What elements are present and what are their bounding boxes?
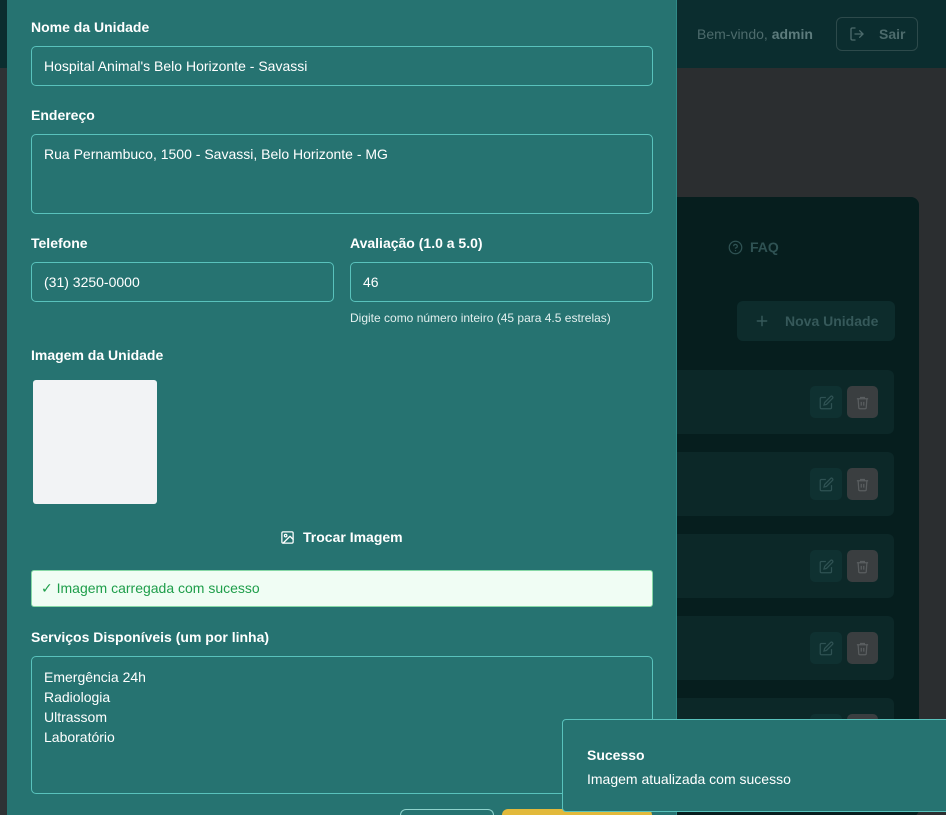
edit-button[interactable] xyxy=(810,468,842,500)
trash-icon xyxy=(855,559,870,574)
edit-icon xyxy=(819,395,834,410)
logout-icon xyxy=(849,26,865,42)
edit-unit-modal: Nome da Unidade Hospital Animal's Belo H… xyxy=(7,0,677,815)
help-circle-icon xyxy=(728,240,743,255)
edit-icon xyxy=(819,641,834,656)
trash-icon xyxy=(855,395,870,410)
welcome-prefix: Bem-vindo, xyxy=(697,26,768,42)
upload-success-text: ✓ Imagem carregada com sucesso xyxy=(41,580,260,596)
rating-label: Avaliação (1.0 a 5.0) xyxy=(350,235,483,251)
rating-value: 46 xyxy=(363,274,379,290)
services-label: Serviços Disponíveis (um por linha) xyxy=(31,629,270,645)
delete-button[interactable] xyxy=(847,386,878,418)
name-value: Hospital Animal's Belo Horizonte - Savas… xyxy=(44,58,308,74)
new-unit-label: Nova Unidade xyxy=(785,313,879,329)
delete-button[interactable] xyxy=(847,550,878,582)
address-value: Rua Pernambuco, 1500 - Savassi, Belo Hor… xyxy=(44,146,388,162)
toast-title: Sucesso xyxy=(587,747,645,763)
image-preview xyxy=(33,380,157,504)
delete-button[interactable] xyxy=(847,632,878,664)
upload-success-message: ✓ Imagem carregada com sucesso xyxy=(31,570,653,607)
name-label: Nome da Unidade xyxy=(31,19,150,35)
phone-label: Telefone xyxy=(31,235,88,251)
edit-button[interactable] xyxy=(810,386,842,418)
edit-icon xyxy=(819,477,834,492)
rating-hint: Digite como número inteiro (45 para 4.5 … xyxy=(350,311,611,325)
welcome-text: Bem-vindo, admin xyxy=(697,26,813,42)
rating-field[interactable]: 46 xyxy=(350,262,653,302)
edit-icon xyxy=(819,559,834,574)
swap-image-button[interactable]: Trocar Imagem xyxy=(280,529,403,545)
phone-value: (31) 3250-0000 xyxy=(44,274,140,290)
background-left-edge xyxy=(0,68,7,815)
address-field[interactable]: Rua Pernambuco, 1500 - Savassi, Belo Hor… xyxy=(31,134,653,214)
services-field[interactable]: Emergência 24h Radiologia Ultrassom Labo… xyxy=(31,656,653,794)
trash-icon xyxy=(855,477,870,492)
name-field[interactable]: Hospital Animal's Belo Horizonte - Savas… xyxy=(31,46,653,86)
logout-button[interactable]: Sair xyxy=(836,17,918,51)
new-unit-button[interactable]: Nova Unidade xyxy=(737,301,895,341)
phone-field[interactable]: (31) 3250-0000 xyxy=(31,262,334,302)
swap-image-label: Trocar Imagem xyxy=(303,529,403,545)
edit-button[interactable] xyxy=(810,550,842,582)
welcome-username: admin xyxy=(771,26,813,42)
logout-label: Sair xyxy=(879,26,906,42)
image-icon xyxy=(280,530,295,545)
cancel-button[interactable] xyxy=(400,809,494,815)
edit-button[interactable] xyxy=(810,632,842,664)
address-label: Endereço xyxy=(31,107,95,123)
image-label: Imagem da Unidade xyxy=(31,347,164,363)
trash-icon xyxy=(855,641,870,656)
success-toast: Sucesso Imagem atualizada com sucesso xyxy=(562,719,946,812)
tab-faq-label: FAQ xyxy=(750,239,779,255)
delete-button[interactable] xyxy=(847,468,878,500)
toast-message: Imagem atualizada com sucesso xyxy=(587,771,791,787)
services-value: Emergência 24h Radiologia Ultrassom Labo… xyxy=(44,669,146,745)
plus-icon xyxy=(755,314,769,328)
tab-faq[interactable]: FAQ xyxy=(728,239,779,255)
